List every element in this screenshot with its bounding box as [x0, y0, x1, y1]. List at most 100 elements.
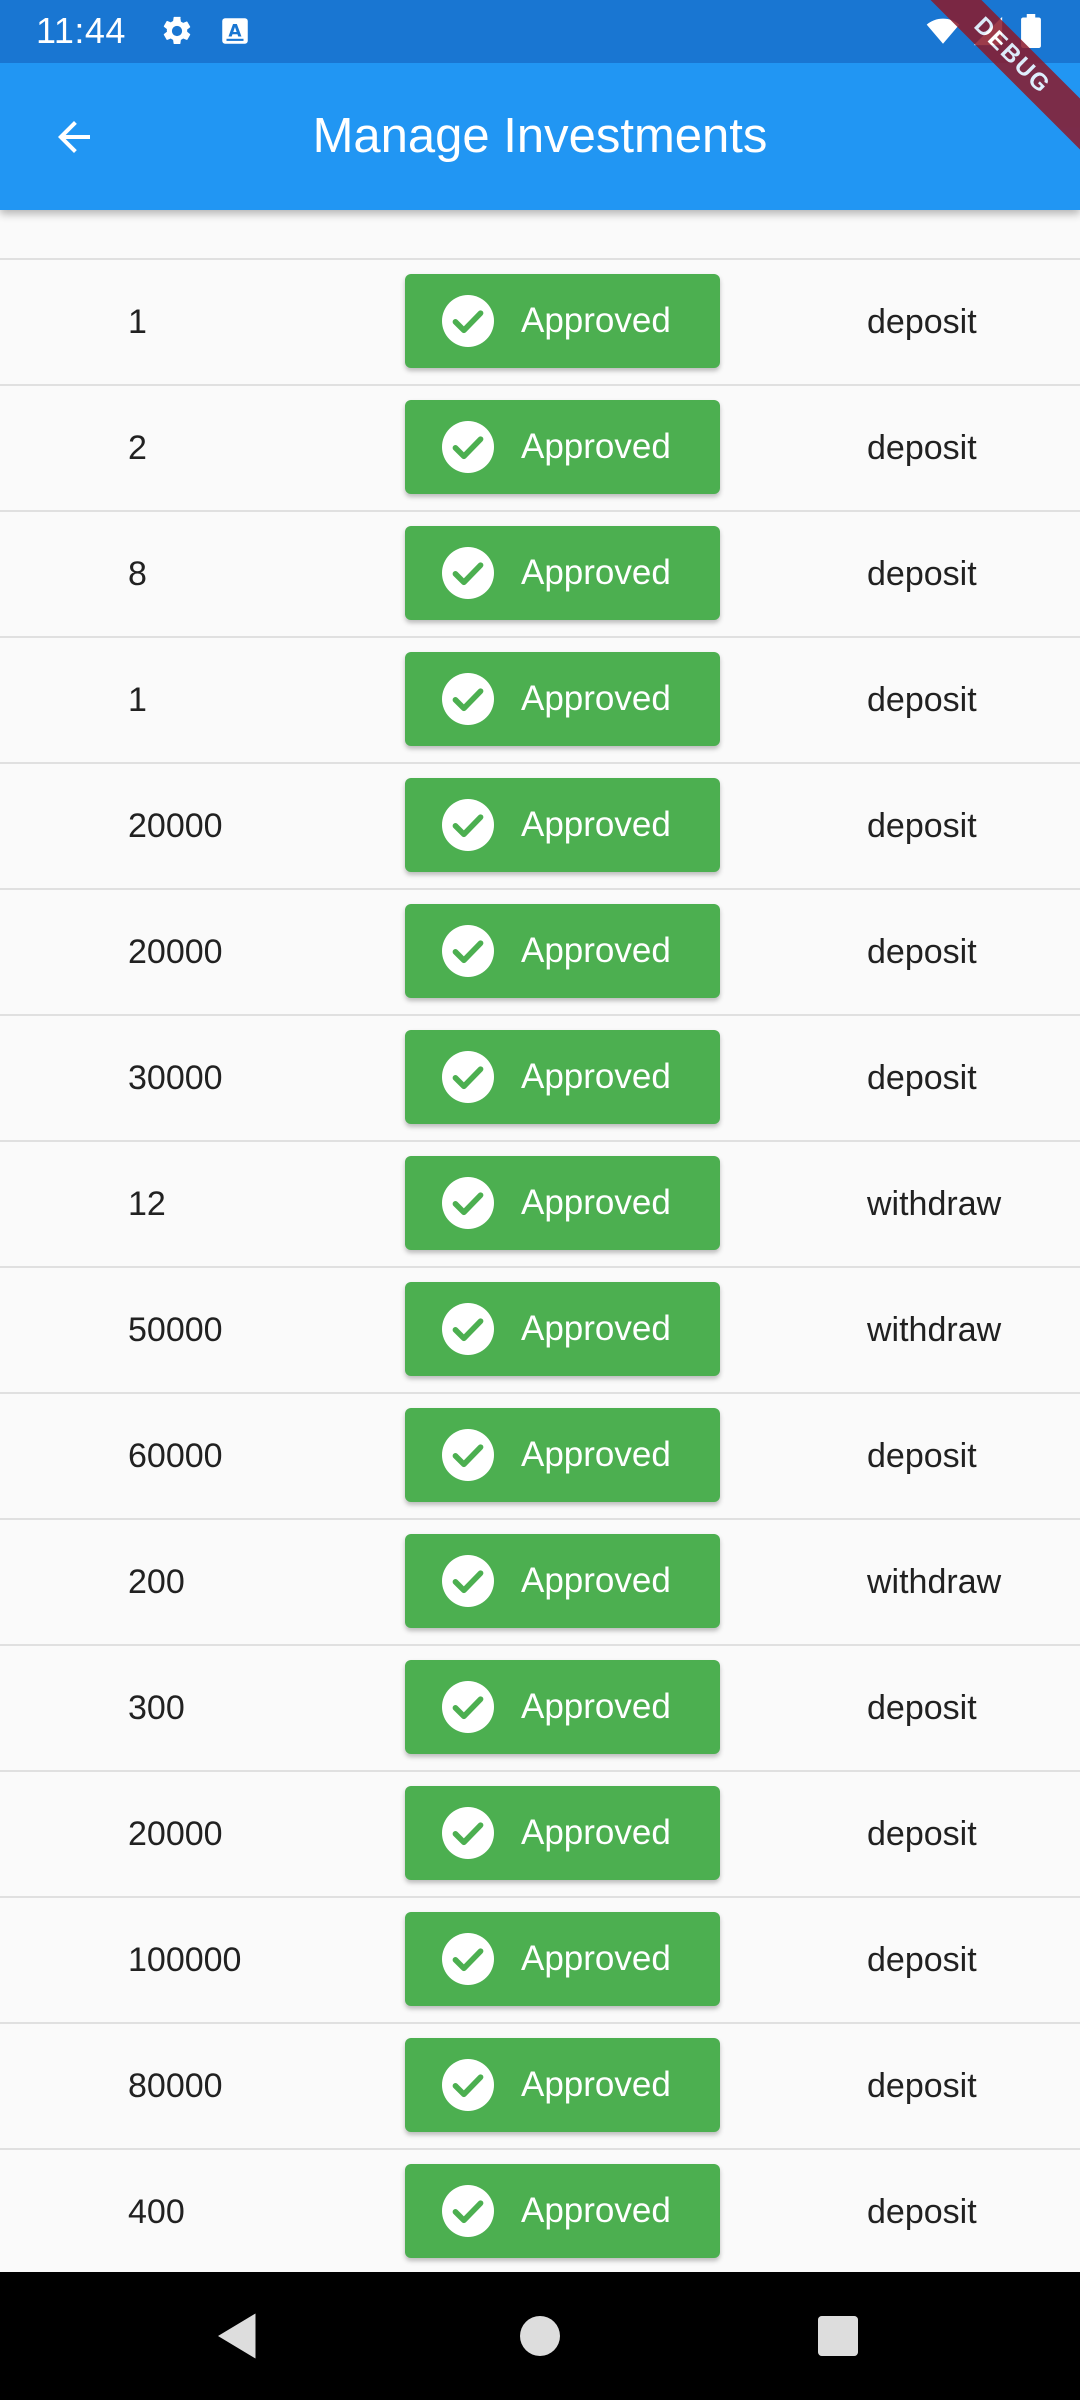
approved-status-button[interactable]: Approved [405, 526, 720, 620]
transaction-type-cell: deposit [867, 807, 977, 845]
amount-cell: 20000 [128, 1815, 223, 1853]
screen: 11:44 A Manage Investments DEBUG 1 Approv… [0, 0, 1080, 2400]
check-circle-icon [442, 1051, 494, 1103]
keyboard-a-icon: A [218, 14, 252, 48]
status-label: Approved [521, 679, 671, 718]
check-circle-icon [442, 1933, 494, 1985]
status-label: Approved [521, 553, 671, 592]
check-circle-icon [442, 925, 494, 977]
table-row: 8 Approved deposit [0, 512, 1080, 638]
status-label: Approved [521, 1561, 671, 1600]
approved-status-button[interactable]: Approved [405, 2164, 720, 2258]
check-circle-icon [442, 1429, 494, 1481]
check-circle-icon [442, 421, 494, 473]
amount-cell: 20000 [128, 933, 223, 971]
transaction-type-cell: deposit [867, 1689, 977, 1727]
check-circle-icon [442, 1303, 494, 1355]
table-row: 30000 Approved deposit [0, 1016, 1080, 1142]
amount-cell: 100000 [128, 1941, 242, 1979]
home-circle-icon[interactable] [510, 2306, 570, 2366]
status-label: Approved [521, 1057, 671, 1096]
amount-cell: 8 [128, 555, 147, 593]
amount-cell: 60000 [128, 1437, 223, 1475]
transaction-type-cell: deposit [867, 303, 977, 341]
approved-status-button[interactable]: Approved [405, 1660, 720, 1754]
amount-cell: 2 [128, 429, 147, 467]
status-label: Approved [521, 1939, 671, 1978]
table-row: 400 Approved deposit [0, 2150, 1080, 2272]
amount-cell: 200 [128, 1563, 185, 1601]
status-label: Approved [521, 1183, 671, 1222]
amount-cell: 1 [128, 681, 147, 719]
table-row: 20000 Approved deposit [0, 1772, 1080, 1898]
status-label: Approved [521, 1687, 671, 1726]
status-label: Approved [521, 301, 671, 340]
transaction-type-cell: deposit [867, 933, 977, 971]
check-circle-icon [442, 1555, 494, 1607]
check-circle-icon [442, 1807, 494, 1859]
table-row: 80000 Approved deposit [0, 2024, 1080, 2150]
table-body: 1 Approved deposit 2 Approved deposit 8 Approve… [0, 260, 1080, 2272]
table-header [0, 210, 1080, 260]
transaction-type-cell: withdraw [867, 1563, 1002, 1601]
status-label: Approved [521, 1309, 671, 1348]
table-row: 300 Approved deposit [0, 1646, 1080, 1772]
check-circle-icon [442, 547, 494, 599]
status-label: Approved [521, 805, 671, 844]
transaction-type-cell: deposit [867, 1815, 977, 1853]
status-bar: 11:44 A [0, 0, 1080, 63]
approved-status-button[interactable]: Approved [405, 904, 720, 998]
approved-status-button[interactable]: Approved [405, 1030, 720, 1124]
amount-cell: 300 [128, 1689, 185, 1727]
check-circle-icon [442, 2185, 494, 2237]
approved-status-button[interactable]: Approved [405, 1786, 720, 1880]
approved-status-button[interactable]: Approved [405, 1912, 720, 2006]
check-circle-icon [442, 1681, 494, 1733]
amount-cell: 400 [128, 2193, 185, 2231]
status-label: Approved [521, 2191, 671, 2230]
approved-status-button[interactable]: Approved [405, 1408, 720, 1502]
amount-cell: 20000 [128, 807, 223, 845]
status-label: Approved [521, 1813, 671, 1852]
table-row: 20000 Approved deposit [0, 890, 1080, 1016]
table-row: 20000 Approved deposit [0, 764, 1080, 890]
back-triangle-icon[interactable] [208, 2306, 268, 2366]
transaction-type-cell: deposit [867, 1059, 977, 1097]
status-label: Approved [521, 931, 671, 970]
check-circle-icon [442, 2059, 494, 2111]
transaction-type-cell: deposit [867, 1941, 977, 1979]
table-row: 1 Approved deposit [0, 638, 1080, 764]
page-title: Manage Investments [312, 109, 768, 163]
transaction-type-cell: deposit [867, 2067, 977, 2105]
status-label: Approved [521, 2065, 671, 2104]
transaction-type-cell: withdraw [867, 1185, 1002, 1223]
approved-status-button[interactable]: Approved [405, 400, 720, 494]
status-label: Approved [521, 1435, 671, 1474]
check-circle-icon [442, 799, 494, 851]
approved-status-button[interactable]: Approved [405, 1156, 720, 1250]
table-row: 200 Approved withdraw [0, 1520, 1080, 1646]
approved-status-button[interactable]: Approved [405, 1282, 720, 1376]
status-label: Approved [521, 427, 671, 466]
recents-square-icon[interactable] [808, 2306, 868, 2366]
approved-status-button[interactable]: Approved [405, 1534, 720, 1628]
amount-cell: 80000 [128, 2067, 223, 2105]
battery-icon [1018, 14, 1044, 48]
wifi-icon [922, 14, 964, 48]
transaction-type-cell: withdraw [867, 1311, 1002, 1349]
amount-cell: 12 [128, 1185, 166, 1223]
approved-status-button[interactable]: Approved [405, 2038, 720, 2132]
svg-text:A: A [228, 22, 242, 42]
amount-cell: 50000 [128, 1311, 223, 1349]
signal-icon [970, 14, 1006, 48]
investments-table[interactable]: 1 Approved deposit 2 Approved deposit 8 Approve… [0, 210, 1080, 2272]
approved-status-button[interactable]: Approved [405, 274, 720, 368]
table-row: 50000 Approved withdraw [0, 1268, 1080, 1394]
approved-status-button[interactable]: Approved [405, 778, 720, 872]
app-bar: Manage Investments [0, 63, 1080, 210]
approved-status-button[interactable]: Approved [405, 652, 720, 746]
table-row: 12 Approved withdraw [0, 1142, 1080, 1268]
system-navigation-bar [0, 2272, 1080, 2400]
check-circle-icon [442, 295, 494, 347]
transaction-type-cell: deposit [867, 681, 977, 719]
